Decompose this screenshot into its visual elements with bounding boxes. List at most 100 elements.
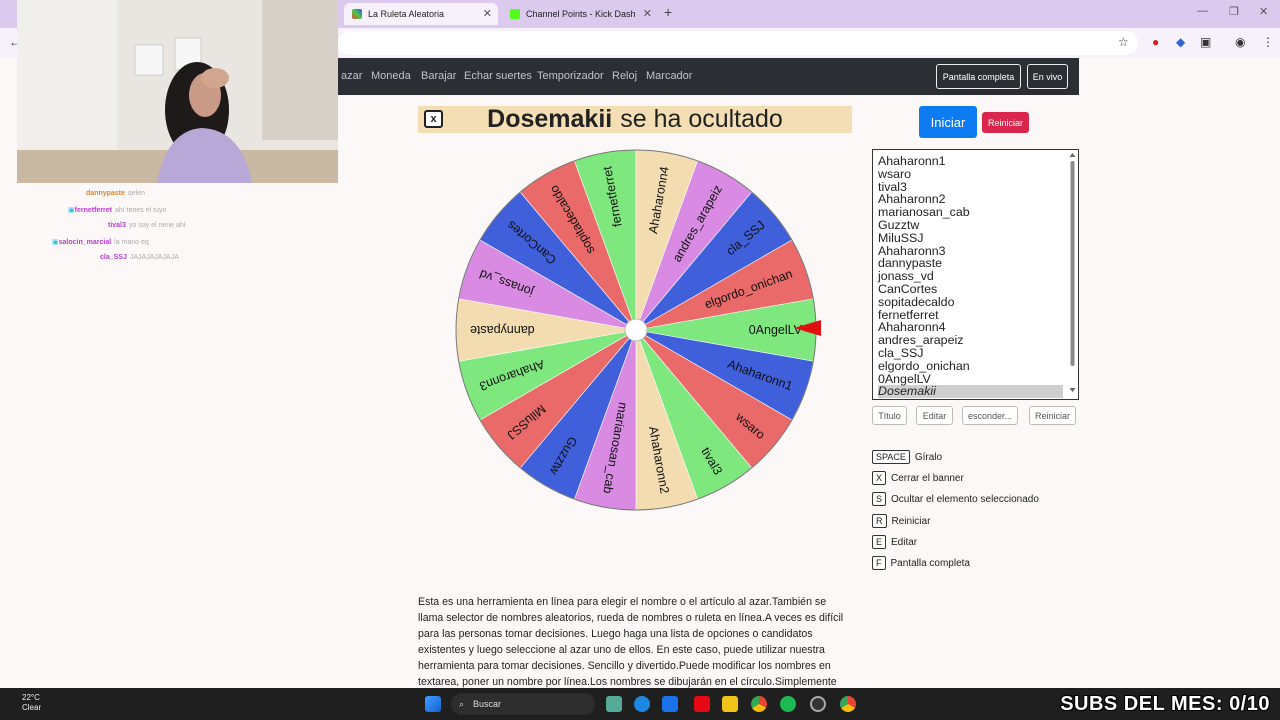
start-menu-icon[interactable] [425, 696, 441, 712]
hide-button[interactable]: esconder... [962, 406, 1018, 425]
wheel-segment-label: dannypaste [470, 323, 535, 337]
chat-text: yo soy el nene ahí [128, 222, 186, 229]
chat-message: tival3 yo soy el nene ahí [108, 222, 186, 229]
close-tab-icon[interactable]: ✕ [483, 7, 492, 20]
nav-azar[interactable]: azar [341, 70, 362, 82]
kick-favicon-icon [510, 9, 520, 19]
obs-app-icon[interactable] [810, 696, 826, 712]
chat-text: JAJAJAJAJAJA [129, 254, 179, 261]
extensions-puzzle-icon[interactable]: ▣ [1200, 35, 1211, 49]
wheel-hub [624, 318, 648, 342]
tab-label: Channel Points - Kick Dashboard [526, 9, 636, 19]
live-button[interactable]: En vivo [1027, 64, 1068, 89]
badge-icon: ▣ [52, 239, 59, 246]
title-button[interactable]: Título [872, 406, 907, 425]
menu-icon[interactable]: ⋮ [1262, 35, 1274, 49]
taskbar-weather[interactable]: 22°C Clear [22, 693, 41, 713]
start-spin-button[interactable]: Iniciar [919, 106, 977, 138]
chat-message: ▣salocin_marcial la mano eq [52, 238, 149, 246]
key-label: E [872, 535, 887, 549]
shortcut-s: S Ocultar el elemento seleccionado [872, 492, 1039, 506]
chrome-app-icon[interactable] [751, 696, 767, 712]
file-explorer-app-icon[interactable] [606, 696, 622, 712]
search-label: Buscar [473, 699, 502, 709]
banner-message: se ha ocultado [620, 105, 783, 133]
url-input[interactable] [338, 31, 1138, 55]
key-label: S [872, 492, 887, 506]
bookmark-star-icon[interactable]: ☆ [1118, 35, 1129, 49]
nav-marcador[interactable]: Marcador [646, 70, 692, 82]
store-app-icon[interactable] [662, 696, 678, 712]
name-entry: wsaro [878, 166, 912, 181]
tab-kick-dashboard[interactable]: Channel Points - Kick Dashboard ✕ [502, 3, 658, 25]
key-label: R [872, 514, 887, 528]
banner-winner-name: Dosemakii [487, 105, 613, 133]
search-icon: ⌕ [459, 698, 465, 709]
chat-username: salocin_marcial [58, 239, 112, 246]
wheel-segment-label: 0AngelLV [749, 323, 803, 337]
edit-button[interactable]: Editar [916, 406, 953, 425]
subs-counter-overlay: SUBS DEL MES: 0/10 [1060, 693, 1270, 715]
chat-message: ▣fernetferret ahí tenes el tuyo [68, 206, 166, 214]
chrome-profile-app-icon[interactable] [840, 696, 856, 712]
nav-reloj[interactable]: Reloj [612, 70, 637, 82]
shortcut-label: Pantalla completa [890, 557, 971, 569]
name-entry: Ahaharonn1 [878, 154, 946, 168]
names-textarea[interactable]: Ahaharonn1 wsaro tival3 Ahaharonn2 marianosa… [872, 149, 1079, 400]
name-entry: CanCortes [878, 281, 938, 296]
chat-text: la mano eq [114, 239, 149, 246]
banner-close-button[interactable]: x [424, 110, 443, 128]
folder-app-icon[interactable] [722, 696, 738, 712]
scrollbar[interactable] [1068, 151, 1077, 398]
fullscreen-button[interactable]: Pantalla completa [936, 64, 1021, 89]
chat-message: dannypaste qelen [86, 190, 145, 197]
name-wheel[interactable]: 0AngelLVAhaharonn1wsarotival3Ahaharonn2m… [450, 144, 822, 516]
key-label: F [872, 556, 886, 570]
reset-button[interactable]: Reiniciar [982, 112, 1029, 133]
names-list: Ahaharonn1 wsaro tival3 Ahaharonn2 marianosa… [878, 154, 1078, 399]
tab-label: La Ruleta Aleatoria [368, 9, 445, 19]
chat-username: tival3 [108, 222, 126, 229]
reset-list-button[interactable]: Reiniciar [1029, 406, 1076, 425]
shortcut-label: Cerrar el banner [891, 472, 964, 484]
translate-icon[interactable]: ◆ [1176, 35, 1185, 49]
badge-icon: ▣ [68, 207, 75, 214]
shortcut-x: X Cerrar el banner [872, 471, 964, 485]
chat-text: qelen [127, 190, 146, 197]
name-entry: elgordo_onichan [878, 358, 970, 373]
name-entry: sopitadecaldo [878, 294, 955, 309]
name-entry: MiluSSJ [878, 230, 924, 245]
chat-username: cla_SSJ [100, 254, 127, 261]
taskbar-search[interactable]: ⌕ Buscar [451, 693, 595, 715]
weather-temp: 22°C [22, 693, 40, 702]
key-label: SPACE [872, 450, 910, 464]
tab-ruleta[interactable]: La Ruleta Aleatoria ✕ [344, 3, 498, 25]
key-label: X [872, 471, 887, 485]
shortcut-r: R Reiniciar [872, 514, 930, 528]
webcam-overlay [17, 0, 338, 183]
shortcut-label: Ocultar el elemento seleccionado [891, 493, 1039, 505]
nav-echar-suertes[interactable]: Echar suertes [464, 70, 532, 82]
chat-username: fernetferret [74, 207, 112, 214]
netflix-app-icon[interactable] [694, 696, 710, 712]
edge-app-icon[interactable] [634, 696, 650, 712]
profile-avatar-icon[interactable]: ◉ [1235, 35, 1245, 49]
maximize-icon[interactable]: ❐ [1229, 5, 1239, 18]
spotify-app-icon[interactable] [780, 696, 796, 712]
extension-icon[interactable]: ● [1152, 35, 1159, 49]
shortcut-e: E Editar [872, 535, 917, 549]
shortcut-space: SPACE Gíralo [872, 450, 942, 464]
winner-banner: x Dosemakii se ha ocultado [418, 105, 852, 133]
chat-text: ahí tenes el tuyo [114, 207, 167, 214]
shortcut-label: Gíralo [914, 451, 943, 463]
chat-message: cla_SSJ JAJAJAJAJAJA [100, 254, 179, 261]
name-entry: cla_SSJ [878, 345, 924, 360]
new-tab-button[interactable]: + [664, 4, 672, 20]
close-tab-icon[interactable]: ✕ [643, 7, 652, 20]
nav-moneda[interactable]: Moneda [371, 70, 411, 82]
ruleta-favicon-icon [352, 9, 362, 19]
close-window-icon[interactable]: ✕ [1259, 5, 1268, 18]
nav-temporizador[interactable]: Temporizador [537, 70, 604, 82]
minimize-icon[interactable]: — [1197, 5, 1208, 17]
nav-barajar[interactable]: Barajar [421, 70, 456, 82]
